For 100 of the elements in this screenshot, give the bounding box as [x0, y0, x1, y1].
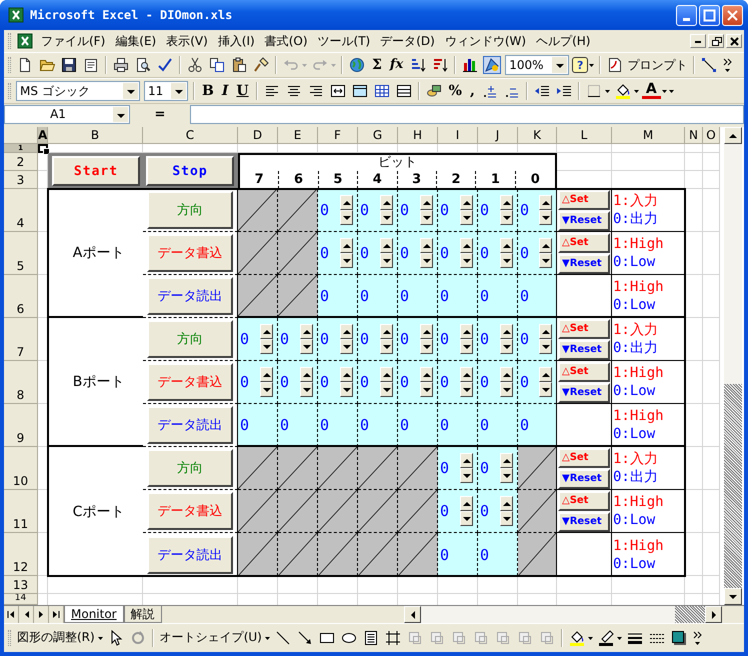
spin-down-button[interactable]	[300, 382, 313, 397]
align-left-icon[interactable]	[264, 83, 280, 99]
spin-up-button[interactable]	[380, 324, 393, 339]
underline-button[interactable]: U	[233, 82, 252, 100]
row-header[interactable]: 11	[4, 490, 38, 533]
menu-item[interactable]: ヘルプ(H)	[531, 32, 596, 50]
row-header[interactable]: 13	[4, 576, 38, 594]
font-color-button[interactable]: A	[642, 83, 661, 99]
spin-up-button[interactable]	[460, 195, 473, 210]
spin-down-button[interactable]	[260, 339, 273, 354]
spin-down-button[interactable]	[420, 382, 433, 397]
indent-decrease-icon[interactable]	[534, 83, 550, 99]
function-button[interactable]: fx	[386, 56, 406, 74]
spin-up-button[interactable]	[500, 238, 513, 253]
sheet-tab[interactable]: Monitor	[64, 606, 124, 623]
spin-down-button[interactable]	[539, 382, 552, 397]
frame-icon[interactable]	[384, 630, 401, 646]
menu-item[interactable]: 挿入(I)	[212, 32, 260, 50]
spin-down-button[interactable]	[260, 382, 273, 397]
reset-button[interactable]: ▼Reset	[558, 468, 610, 488]
spin-up-button[interactable]	[539, 367, 552, 382]
spin-down-button[interactable]	[500, 210, 513, 225]
spin-down-button[interactable]	[380, 210, 393, 225]
shapes-icon[interactable]	[484, 57, 500, 73]
spin-down-button[interactable]	[420, 339, 433, 354]
column-header[interactable]: O	[703, 127, 720, 144]
spin-up-button[interactable]	[500, 195, 513, 210]
dropdown-button[interactable]	[552, 57, 568, 73]
spin-down-button[interactable]	[460, 382, 473, 397]
font-size-box[interactable]: 11	[144, 81, 188, 101]
row-header[interactable]: 5	[4, 232, 38, 275]
scroll-right-button[interactable]	[705, 606, 722, 623]
column-header[interactable]: C	[143, 127, 238, 144]
chevron-icon[interactable]	[692, 630, 702, 646]
indent-increase-icon[interactable]	[556, 83, 572, 99]
pen-icon[interactable]	[598, 630, 614, 646]
spin-up-button[interactable]	[460, 324, 473, 339]
new-document-icon[interactable]	[17, 57, 33, 73]
prompt-button[interactable]: プロンプト	[604, 56, 690, 74]
spin-down-button[interactable]	[340, 339, 353, 354]
spin-up-button[interactable]	[380, 195, 393, 210]
menu-item[interactable]: ツール(T)	[312, 32, 376, 50]
spin-down-button[interactable]	[340, 382, 353, 397]
horizontal-scrollbar[interactable]	[404, 606, 722, 623]
toolbar-grip[interactable]	[8, 83, 11, 99]
column-header[interactable]: B	[48, 127, 143, 144]
action-button[interactable]: 方向	[147, 320, 233, 358]
percent-button[interactable]: %	[446, 82, 465, 100]
column-header[interactable]: G	[358, 127, 398, 144]
column-header[interactable]: N	[685, 127, 703, 144]
menu-item[interactable]: ファイル(F)	[36, 32, 110, 50]
spin-up-button[interactable]	[539, 195, 552, 210]
action-button[interactable]: データ読出	[147, 536, 233, 574]
sort-descending-icon[interactable]	[432, 57, 448, 73]
help-button[interactable]: ?	[572, 57, 588, 73]
arrange-menu-button[interactable]: 図形の調整(R)	[14, 629, 98, 646]
spin-up-button[interactable]	[460, 238, 473, 253]
dropdown-button[interactable]	[113, 107, 128, 122]
spin-down-button[interactable]	[460, 253, 473, 268]
column-header[interactable]: L	[557, 127, 612, 144]
spin-down-button[interactable]	[300, 339, 313, 354]
row-header[interactable]: 2	[4, 153, 38, 171]
spin-up-button[interactable]	[420, 238, 433, 253]
clipboard-icon[interactable]	[231, 57, 247, 73]
spin-down-button[interactable]	[340, 253, 353, 268]
spin-down-button[interactable]	[420, 210, 433, 225]
minimize-button[interactable]	[690, 34, 706, 48]
close-button[interactable]	[726, 34, 742, 48]
sort-ascending-icon[interactable]	[410, 57, 426, 73]
row-header[interactable]: 12	[4, 533, 38, 576]
spin-up-button[interactable]	[500, 367, 513, 382]
globe-icon[interactable]	[349, 57, 365, 73]
reset-button[interactable]: ▼Reset	[558, 254, 610, 274]
vertical-scrollbar[interactable]	[724, 127, 742, 605]
printer-icon[interactable]	[113, 57, 129, 73]
spin-up-button[interactable]	[420, 367, 433, 382]
spin-up-button[interactable]	[460, 496, 473, 511]
spin-down-button[interactable]	[500, 468, 513, 483]
column-header[interactable]: A	[38, 127, 48, 144]
spin-up-button[interactable]	[300, 367, 313, 382]
spin-up-button[interactable]	[460, 453, 473, 468]
spin-down-button[interactable]	[380, 339, 393, 354]
toolbar-grip[interactable]	[8, 630, 11, 646]
row-header[interactable]: 6	[4, 275, 38, 318]
spin-up-button[interactable]	[500, 324, 513, 339]
row-header[interactable]: 7	[4, 318, 38, 361]
checkmark-icon[interactable]	[157, 57, 173, 73]
spin-down-button[interactable]	[500, 511, 513, 526]
spin-down-button[interactable]	[500, 382, 513, 397]
spin-up-button[interactable]	[340, 195, 353, 210]
scroll-down-button[interactable]	[724, 588, 742, 605]
restore-button[interactable]	[708, 34, 724, 48]
menu-item[interactable]: 表示(V)	[161, 32, 213, 50]
spin-down-button[interactable]	[539, 339, 552, 354]
spin-up-button[interactable]	[500, 453, 513, 468]
menu-item[interactable]: 編集(E)	[110, 32, 162, 50]
column-header[interactable]: K	[518, 127, 557, 144]
table-rows-icon[interactable]	[396, 83, 412, 99]
scroll-left-button[interactable]	[404, 606, 421, 623]
toolbar-grip[interactable]	[8, 57, 11, 73]
